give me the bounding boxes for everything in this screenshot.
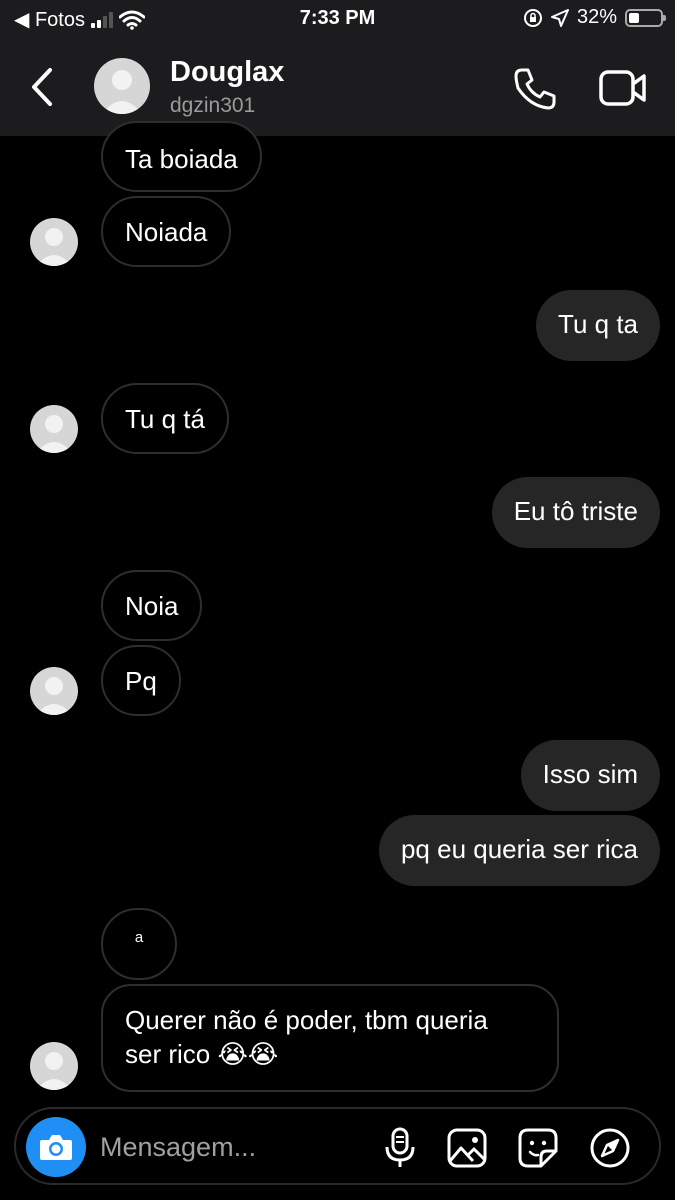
battery-percent: 32% — [576, 6, 617, 28]
image-icon[interactable] — [446, 1127, 488, 1169]
message-bubble-outgoing[interactable]: Isso sim — [520, 740, 660, 811]
location-icon — [550, 8, 569, 27]
camera-icon — [40, 1135, 72, 1160]
message-bubble-incoming[interactable]: Noiada — [101, 196, 232, 267]
video-camera-icon[interactable] — [598, 68, 648, 108]
contact-avatar-small[interactable] — [30, 218, 78, 266]
phone-icon[interactable] — [512, 66, 558, 112]
contact-avatar-small[interactable] — [30, 667, 78, 715]
battery-icon — [625, 8, 666, 27]
chat-header: Douglax dgzin301 — [0, 38, 675, 136]
chevron-left-icon[interactable] — [26, 66, 60, 108]
message-bubble-incoming[interactable]: Tu q tá — [101, 383, 229, 454]
camera-button[interactable] — [26, 1117, 86, 1177]
contact-avatar[interactable] — [94, 58, 150, 114]
message-bubble-outgoing[interactable]: pq eu queria ser rica — [378, 815, 660, 886]
message-input[interactable] — [100, 1127, 380, 1167]
contact-avatar-small[interactable] — [30, 405, 78, 453]
orientation-lock-icon — [523, 8, 542, 27]
message-bubble-incoming[interactable]: Noia — [101, 570, 203, 641]
message-bubble-incoming[interactable]: Ta boiada — [101, 121, 262, 192]
message-bubble-outgoing[interactable]: Tu q ta — [536, 290, 660, 361]
sticker-icon[interactable] — [517, 1127, 559, 1169]
message-bubble-incoming[interactable]: Pq — [101, 645, 181, 716]
contact-avatar-small[interactable] — [30, 1042, 78, 1090]
message-bubble-incoming[interactable]: a — [101, 908, 177, 980]
compass-icon[interactable] — [589, 1127, 631, 1169]
status-right: 32% — [523, 6, 666, 29]
message-bubble-incoming[interactable]: Querer não é poder, tbm queria ser rico … — [101, 984, 559, 1092]
status-bar: ◀ Fotos 7:33 PM 32% — [0, 0, 675, 38]
microphone-icon[interactable] — [379, 1127, 421, 1169]
contact-username: dgzin301 — [170, 94, 256, 117]
contact-name[interactable]: Douglax — [170, 56, 284, 89]
message-bubble-outgoing[interactable]: Eu tô triste — [491, 477, 660, 548]
message-composer — [14, 1107, 661, 1185]
